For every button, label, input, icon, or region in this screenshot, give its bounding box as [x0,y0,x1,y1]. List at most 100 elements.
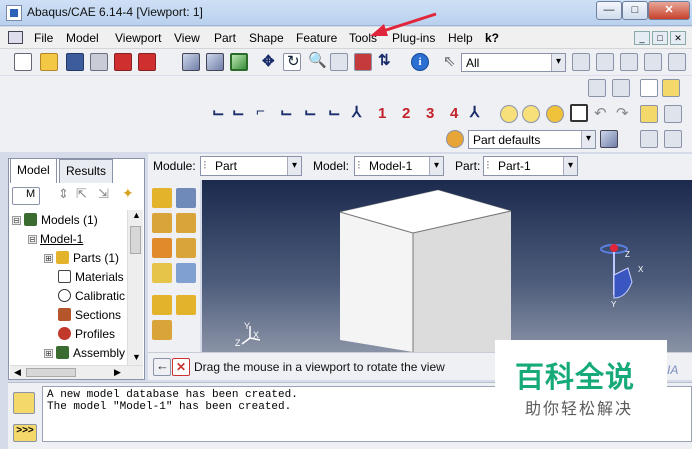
bottom-view-icon[interactable]: ⌙ [280,103,293,121]
right-view-icon[interactable]: ⌙ [328,103,341,121]
render-mode-1-icon[interactable] [500,105,518,123]
model-select[interactable]: Model-1 [354,156,444,176]
mdi-close-button[interactable]: ✕ [670,31,686,45]
shaded-cube-icon[interactable] [230,53,248,71]
new-file-icon[interactable] [14,53,32,71]
grid-toggle-icon[interactable] [588,79,606,97]
tree-node-models[interactable]: ⊟ Models (1) [12,213,98,227]
print-icon[interactable] [90,53,108,71]
plugin-red-icon[interactable] [114,53,132,71]
scroll-right-icon[interactable]: ▶ [114,367,121,378]
redo-view-icon[interactable]: ↷ [616,104,629,122]
close-button[interactable]: ✕ [648,1,690,20]
left-view-icon[interactable]: ⌙ [304,103,317,121]
triad-view-icon[interactable]: ⅄ [470,103,479,121]
print-preview-icon[interactable] [612,79,630,97]
select-tool-4-icon[interactable] [644,53,662,71]
viewport-canvas[interactable]: X Y Z Z X Y [202,180,692,352]
scroll-down-icon[interactable]: ▼ [132,352,141,362]
color-code-icon[interactable] [446,130,464,148]
abaqus-app-icon[interactable] [6,5,22,21]
undo-view-icon[interactable]: ↶ [594,104,607,122]
tree-horizontal-scrollbar[interactable]: ◀ ▶ [10,365,143,379]
round-icon[interactable] [152,263,172,283]
minimize-button[interactable]: — [596,1,622,20]
hscroll-thumb[interactable] [26,368,76,377]
kernel-command-icon[interactable]: >>> [13,424,37,442]
render-mode-2-icon[interactable] [522,105,540,123]
front-view-icon[interactable]: ⌙ [212,103,225,121]
tab-model[interactable]: Model [10,158,57,183]
select-tool-1-icon[interactable] [572,53,590,71]
user-view-1-button[interactable]: 1 [378,105,386,122]
sort-icon[interactable]: ⇕ [58,186,69,202]
lighting-icon[interactable] [640,105,658,123]
tree-node-calibrations[interactable]: Calibratic [58,289,125,303]
user-view-2-button[interactable]: 2 [402,105,410,122]
back-view-icon[interactable]: ⌙ [232,103,245,121]
module-select[interactable]: Part [200,156,302,176]
menu-shape[interactable]: Shape [249,31,284,45]
menu-feature[interactable]: Feature [296,31,337,45]
menu-help[interactable]: Help [448,31,473,45]
message-log-icon[interactable] [13,392,35,414]
selection-filter-select[interactable]: All [461,53,566,72]
prompt-back-icon[interactable]: ← [153,358,171,376]
extrude-icon[interactable] [152,213,172,233]
sketch-icon[interactable] [152,320,172,340]
part-select[interactable]: Part-1 [483,156,578,176]
expand-icon[interactable]: ⇱ [76,186,87,202]
maximize-button[interactable]: □ [622,1,648,20]
iso-cube-icon[interactable] [640,79,658,97]
tree-node-model-1[interactable]: ⊟ Model-1 [28,232,83,246]
menu-view[interactable]: View [174,31,200,45]
zoom-icon[interactable]: 🔍 [308,51,327,69]
mdi-minimize-button[interactable]: _ [634,31,650,45]
menu-file[interactable]: File [34,31,53,45]
cut-icon[interactable] [152,238,172,258]
user-view-3-button[interactable]: 3 [426,105,434,122]
mdi-restore-button[interactable]: □ [652,31,668,45]
scroll-up-icon[interactable]: ▲ [132,210,141,220]
iso-view-icon[interactable]: ⅄ [352,103,361,121]
expand-parts-icon[interactable]: ⊞ [44,254,53,263]
scroll-thumb[interactable] [130,226,141,254]
render-style-select[interactable]: Part defaults [468,130,596,149]
render-mode-3-icon[interactable] [546,105,564,123]
user-view-4-button[interactable]: 4 [450,105,458,122]
hidden-cube-icon[interactable] [206,53,224,71]
menu-part[interactable]: Part [214,31,236,45]
datum-icon[interactable] [176,295,196,315]
auto-fit-icon[interactable] [354,53,372,71]
part-manager-icon[interactable] [176,188,196,208]
rotate-icon[interactable]: ↻ [283,53,301,71]
select-arrow-icon[interactable]: ⇖ [443,52,456,70]
tree-vertical-scrollbar[interactable]: ▲ ▼ [127,210,143,365]
select-tool-5-icon[interactable] [668,53,686,71]
bulb-icon[interactable]: ✦ [122,185,134,202]
collapse-model-1-icon[interactable]: ⊟ [28,235,37,244]
pan-icon[interactable]: ✥ [262,52,275,70]
top-view-icon[interactable]: ⌐ [256,103,265,120]
tree-node-sections[interactable]: Sections [58,308,121,322]
create-part-icon[interactable] [152,188,172,208]
tree-node-parts[interactable]: ⊞ Parts (1) [44,251,119,265]
translucency-icon[interactable] [570,104,588,122]
cycle-views-icon[interactable]: ⇅ [378,51,391,69]
tab-results[interactable]: Results [59,159,114,183]
menu-viewport[interactable]: Viewport [115,31,161,45]
shell-icon[interactable] [176,238,196,258]
prompt-cancel-icon[interactable]: ✕ [172,358,190,376]
select-tool-2-icon[interactable] [596,53,614,71]
open-folder-icon[interactable] [40,53,58,71]
menu-model[interactable]: Model [66,31,99,45]
collapse-models-icon[interactable]: ⊟ [12,216,21,225]
save-icon[interactable] [66,53,84,71]
wire-icon[interactable] [176,263,196,283]
hierarchy-icon[interactable] [640,130,658,148]
tree-node-materials[interactable]: Materials [58,270,124,284]
expand-assembly-icon[interactable]: ⊞ [44,349,53,358]
solid-cube-icon[interactable] [662,79,680,97]
tree-filter-select[interactable]: M [12,187,40,205]
wireframe-cube-icon[interactable] [182,53,200,71]
